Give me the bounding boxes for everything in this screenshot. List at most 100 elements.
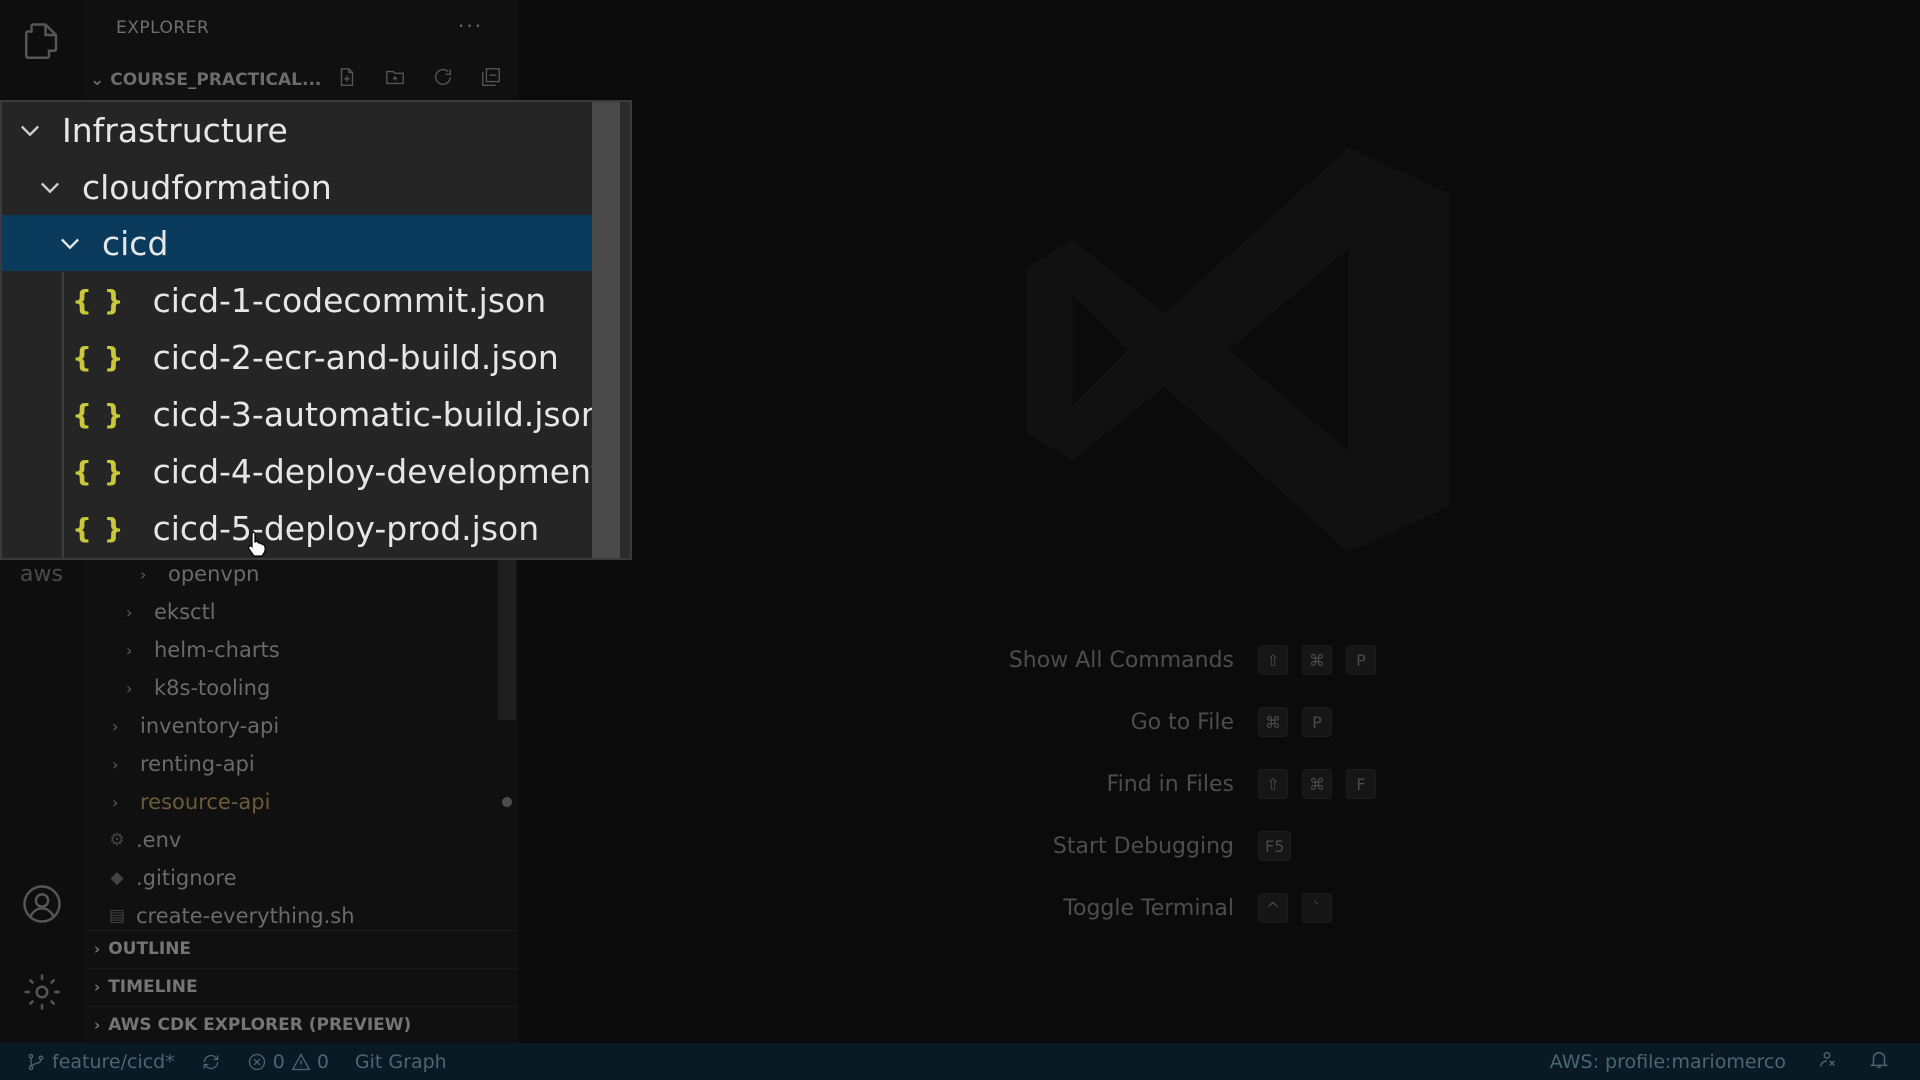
chevron-right-icon: ›	[126, 678, 133, 698]
tree-file-env[interactable]: ⚙ .env	[108, 822, 181, 858]
chevron-right-icon: ›	[112, 754, 119, 774]
key-cap: P	[1302, 707, 1332, 737]
json-file-icon: { }	[72, 454, 125, 488]
json-file-icon: { }	[72, 397, 125, 431]
section-aws-cdk-explorer[interactable]: › AWS CDK EXPLORER (PREVIEW)	[84, 1006, 518, 1042]
tree-item-label: helm-charts	[154, 638, 280, 662]
aws-icon[interactable]: aws	[20, 562, 63, 587]
new-folder-icon[interactable]	[382, 64, 408, 90]
gear-icon[interactable]	[18, 968, 66, 1016]
tree-folder-eksctl[interactable]: › eksctl	[126, 594, 216, 630]
error-icon	[248, 1053, 265, 1070]
feedback-icon[interactable]	[1816, 1048, 1838, 1075]
chevron-right-icon: ›	[140, 564, 147, 584]
explorer-actions	[334, 64, 504, 90]
chevron-down-icon	[36, 173, 64, 201]
tree-item-label: cicd-2-ecr-and-build.json	[152, 337, 559, 377]
tree-folder-k8s-tooling[interactable]: › k8s-tooling	[126, 670, 270, 706]
chevron-right-icon: ›	[112, 716, 119, 736]
key-cap: P	[1346, 645, 1376, 675]
workspace-root-label: COURSE_PRACTICAL...	[110, 70, 322, 90]
collapse-all-icon[interactable]	[478, 64, 504, 90]
tree-folder-cicd[interactable]: cicd	[2, 215, 620, 271]
chevron-down-icon	[16, 116, 44, 144]
shortcut-show-all-commands: Show All Commands ⇧ ⌘ P	[518, 640, 1390, 680]
section-label: OUTLINE	[108, 938, 192, 959]
tree-item-label: eksctl	[154, 600, 216, 624]
tree-folder-inventory-api[interactable]: › inventory-api	[112, 708, 279, 744]
vscode-logo-icon	[1026, 147, 1450, 553]
tree-folder-renting-api[interactable]: › renting-api	[112, 746, 255, 782]
key-cap: ⌘	[1302, 769, 1332, 799]
shortcut-start-debugging: Start Debugging F5	[518, 826, 1305, 866]
json-file-icon: { }	[72, 511, 125, 545]
tree-folder-openvpn[interactable]: › openvpn	[140, 556, 259, 592]
tree-item-label: k8s-tooling	[154, 676, 271, 700]
key-cap: ⇧	[1258, 645, 1288, 675]
gear-file-icon: ⚙	[109, 830, 125, 850]
bell-icon[interactable]	[1868, 1048, 1890, 1075]
explorer-title: EXPLORER	[116, 18, 210, 38]
zoom-scrollbar-track	[620, 102, 630, 558]
key-cap: `	[1302, 893, 1332, 923]
key-cap: F5	[1258, 831, 1292, 861]
tree-file-cicd-3[interactable]: { } cicd-3-automatic-build.json	[2, 386, 618, 442]
vscode-window: aws EXPLORER ··· ⌄ COURSE_PRACTICAL... ›…	[0, 0, 1920, 1080]
git-branch-icon	[28, 1053, 44, 1070]
tree-item-label: cicd-5-deploy-prod.json	[152, 508, 540, 548]
tree-file-gitignore[interactable]: ◆ .gitignore	[108, 860, 237, 896]
chevron-down-icon: ⌄	[90, 70, 105, 90]
tree-item-label: cicd	[102, 223, 169, 263]
section-timeline[interactable]: › TIMELINE	[84, 968, 518, 1004]
sync-button[interactable]	[201, 1052, 221, 1072]
tree-item-label: cicd-1-codecommit.json	[152, 280, 547, 320]
branch-label: feature/cicd*	[52, 1050, 175, 1073]
section-outline[interactable]: › OUTLINE	[84, 930, 518, 966]
git-graph-button[interactable]: Git Graph	[355, 1051, 447, 1073]
chevron-right-icon: ›	[126, 602, 133, 622]
git-graph-label: Git Graph	[354, 1050, 447, 1073]
status-right: AWS: profile:mariomerco	[1550, 1043, 1890, 1080]
chevron-right-icon: ›	[126, 640, 133, 660]
tree-file-cicd-2[interactable]: { } cicd-2-ecr-and-build.json	[2, 329, 618, 385]
chevron-right-icon: ›	[94, 939, 101, 958]
editor-empty: Show All Commands ⇧ ⌘ P Go to File ⌘ P F…	[518, 0, 1920, 1043]
key-cap: ⌘	[1258, 707, 1288, 737]
tree-item-label: openvpn	[168, 562, 260, 586]
key-cap: ⌘	[1302, 645, 1332, 675]
refresh-icon[interactable]	[430, 64, 456, 90]
key-cap: ⇧	[1258, 769, 1288, 799]
warning-icon	[291, 1052, 311, 1070]
account-icon[interactable]	[18, 880, 66, 928]
sidebar-scrollbar[interactable]	[498, 560, 516, 720]
tree-folder-helm-charts[interactable]: › helm-charts	[126, 632, 280, 668]
chevron-right-icon: ›	[112, 792, 119, 812]
tree-file-cicd-1[interactable]: { } cicd-1-codecommit.json	[2, 272, 618, 328]
tree-item-label: create-everything.sh	[136, 904, 355, 928]
zoom-scrollbar[interactable]	[592, 102, 620, 558]
new-file-icon[interactable]	[334, 64, 360, 90]
section-label: AWS CDK EXPLORER (PREVIEW)	[108, 1014, 412, 1035]
shell-file-icon: ▤	[108, 906, 126, 926]
more-actions-icon[interactable]: ···	[458, 14, 483, 38]
tree-item-label: cloudformation	[82, 167, 332, 207]
aws-profile-indicator[interactable]: AWS: profile:mariomerco	[1550, 1051, 1786, 1073]
branch-indicator[interactable]: feature/cicd*	[26, 1051, 175, 1073]
tree-folder-infrastructure[interactable]: Infrastructure	[2, 102, 618, 158]
tree-item-label: cicd-4-deploy-development.json	[152, 451, 618, 491]
tree-file-cicd-4[interactable]: { } cicd-4-deploy-development.json	[2, 443, 618, 499]
chevron-down-icon	[56, 229, 84, 257]
tree-item-label: .gitignore	[136, 866, 237, 890]
problems-indicator[interactable]: 0 0	[247, 1051, 329, 1073]
tree-folder-resource-api[interactable]: › resource-api	[112, 784, 532, 820]
tree-file-create-everything[interactable]: ▤ create-everything.sh	[108, 898, 355, 934]
zoom-overlay: Infrastructure cloudformation cicd { } c…	[0, 100, 632, 560]
tree-item-label: renting-api	[140, 752, 255, 776]
section-label: TIMELINE	[108, 976, 198, 997]
hand-cursor-icon	[248, 531, 266, 557]
tree-item-label: resource-api	[140, 790, 271, 814]
explorer-icon[interactable]	[18, 18, 66, 66]
tree-file-cicd-5[interactable]: { } cicd-5-deploy-prod.json	[2, 500, 618, 556]
sync-icon	[203, 1054, 219, 1069]
tree-folder-cloudformation[interactable]: cloudformation	[2, 159, 618, 215]
